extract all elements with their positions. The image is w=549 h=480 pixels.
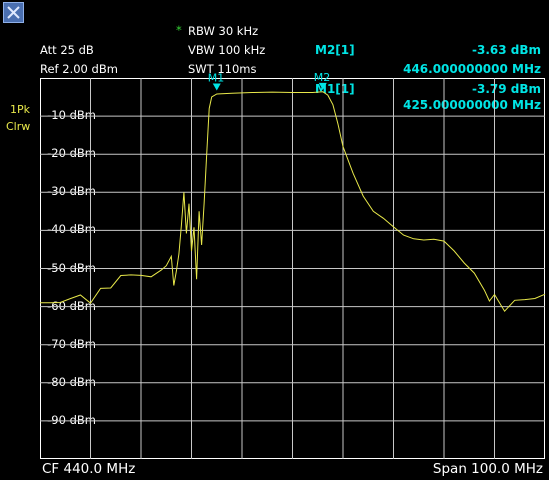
marker-m1-triangle: [212, 83, 221, 91]
marker-m1-label: M1: [208, 71, 225, 84]
center-frequency-label[interactable]: CF 440.0 MHz: [42, 461, 135, 477]
spectrum-trace-plot: M1 M2: [39, 71, 546, 459]
span-label[interactable]: Span 100.0 MHz: [433, 461, 543, 477]
marker-m2-triangle: [318, 82, 327, 90]
marker-m2-label: M2: [314, 71, 331, 84]
